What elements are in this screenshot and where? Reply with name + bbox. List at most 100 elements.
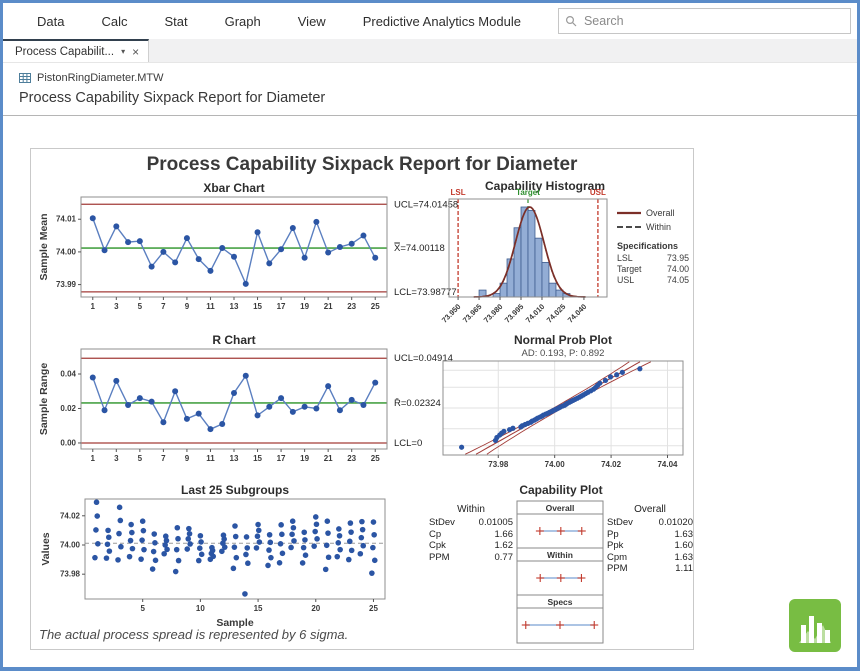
svg-text:74.02: 74.02 bbox=[60, 511, 81, 520]
svg-text:Capability Histogram: Capability Histogram bbox=[485, 179, 605, 193]
tab-strip: Process Capabilit... ▾ × bbox=[3, 39, 857, 63]
menu-stat[interactable]: Stat bbox=[164, 14, 187, 29]
svg-text:74.02: 74.02 bbox=[601, 460, 622, 469]
svg-text:10: 10 bbox=[196, 604, 205, 613]
menu-data[interactable]: Data bbox=[37, 14, 64, 29]
stat-row: StDev0.01020 bbox=[607, 517, 693, 529]
svg-text:17: 17 bbox=[277, 302, 286, 311]
svg-text:73.950: 73.950 bbox=[440, 302, 463, 325]
search-input[interactable] bbox=[584, 14, 844, 28]
svg-text:21: 21 bbox=[324, 302, 333, 311]
tab-close-icon[interactable]: × bbox=[132, 45, 139, 59]
normal-prob-plot[interactable]: Normal Prob PlotAD: 0.193, P: 0.892 73.98… bbox=[435, 333, 691, 488]
svg-text:7: 7 bbox=[161, 454, 166, 463]
svg-text:25: 25 bbox=[371, 454, 380, 463]
svg-text:3: 3 bbox=[114, 454, 119, 463]
capability-interval-svg: Overall Within Specs bbox=[514, 500, 606, 651]
tab-process-capability[interactable]: Process Capabilit... ▾ × bbox=[3, 39, 149, 62]
svg-text:73.98: 73.98 bbox=[488, 460, 509, 469]
svg-text:USL: USL bbox=[617, 275, 634, 285]
svg-text:73.98: 73.98 bbox=[60, 570, 81, 579]
svg-text:74.010: 74.010 bbox=[524, 302, 547, 325]
cap-within-rows: StDev0.01005Cp1.66Cpk1.62PPM0.77 bbox=[429, 517, 513, 563]
svg-text:Within: Within bbox=[547, 550, 573, 560]
worksheet-row[interactable]: PistonRingDiameter.MTW bbox=[3, 63, 857, 87]
stat-row: Ppk1.60 bbox=[607, 540, 693, 552]
svg-text:Sample Range: Sample Range bbox=[38, 363, 50, 436]
svg-text:74.00: 74.00 bbox=[667, 264, 689, 274]
r-chart[interactable]: R ChartSample RangeUCL=0.04914R̄=0.02324… bbox=[37, 333, 471, 484]
stat-row: Cpm1.63 bbox=[607, 552, 693, 564]
menu-predictive-analytics-module[interactable]: Predictive Analytics Module bbox=[363, 14, 521, 29]
within-stats-block: Within StDev0.01005Cp1.66Cpk1.62PPM0.77 bbox=[429, 500, 513, 651]
svg-text:74.04: 74.04 bbox=[657, 460, 678, 469]
svg-text:15: 15 bbox=[253, 454, 262, 463]
svg-text:73.995: 73.995 bbox=[503, 302, 526, 325]
svg-text:5: 5 bbox=[138, 454, 143, 463]
svg-text:LSL: LSL bbox=[451, 188, 466, 197]
header-divider bbox=[3, 115, 857, 116]
worksheet-name: PistonRingDiameter.MTW bbox=[37, 72, 164, 84]
worksheet-grid-icon bbox=[19, 72, 31, 84]
stat-row: Pp1.63 bbox=[607, 529, 693, 541]
xbar-chart[interactable]: Xbar ChartSample MeanUCL=74.01458X̿=74.0… bbox=[37, 181, 471, 332]
svg-text:Sample Mean: Sample Mean bbox=[38, 213, 50, 280]
svg-text:15: 15 bbox=[254, 604, 263, 613]
svg-text:Target: Target bbox=[617, 264, 642, 274]
capability-plot-title: Capability Plot bbox=[429, 483, 693, 497]
svg-text:17: 17 bbox=[277, 454, 286, 463]
svg-text:13: 13 bbox=[230, 302, 239, 311]
stat-row: Cp1.66 bbox=[429, 529, 513, 541]
menu-calc[interactable]: Calc bbox=[101, 14, 127, 29]
minitab-logo-icon bbox=[789, 599, 841, 657]
report-footnote: The actual process spread is represented… bbox=[39, 627, 348, 642]
svg-text:9: 9 bbox=[185, 454, 190, 463]
svg-text:74.00: 74.00 bbox=[56, 247, 77, 256]
svg-text:Xbar Chart: Xbar Chart bbox=[203, 181, 264, 195]
svg-text:Normal Prob Plot: Normal Prob Plot bbox=[514, 333, 612, 347]
svg-text:Last 25 Subgroups: Last 25 Subgroups bbox=[181, 483, 289, 497]
menu-view[interactable]: View bbox=[298, 14, 326, 29]
svg-text:23: 23 bbox=[347, 302, 356, 311]
stat-row: PPM1.11 bbox=[607, 563, 693, 575]
svg-text:R Chart: R Chart bbox=[212, 333, 255, 347]
svg-text:74.05: 74.05 bbox=[667, 275, 689, 285]
svg-text:25: 25 bbox=[371, 302, 380, 311]
minitab-window: Data Calc Stat Graph View Predictive Ana… bbox=[0, 0, 860, 671]
svg-text:3: 3 bbox=[114, 302, 119, 311]
svg-text:LSL: LSL bbox=[617, 253, 633, 263]
search-icon bbox=[565, 15, 578, 28]
svg-text:Specs: Specs bbox=[547, 597, 572, 607]
tab-label: Process Capabilit... bbox=[15, 46, 114, 58]
capability-histogram[interactable]: Capability HistogramLSLUSLTarget73.95073… bbox=[435, 179, 691, 334]
menu-graph[interactable]: Graph bbox=[225, 14, 261, 29]
svg-text:Values: Values bbox=[40, 532, 52, 565]
svg-text:74.00: 74.00 bbox=[60, 540, 81, 549]
svg-text:Overall: Overall bbox=[646, 208, 675, 218]
stat-row: PPM0.77 bbox=[429, 552, 513, 564]
svg-text:25: 25 bbox=[369, 604, 378, 613]
overall-heading: Overall bbox=[607, 504, 693, 515]
svg-text:11: 11 bbox=[206, 454, 215, 463]
menu-bar: Data Calc Stat Graph View Predictive Ana… bbox=[3, 3, 857, 39]
svg-text:74.01: 74.01 bbox=[56, 215, 77, 224]
svg-text:USL: USL bbox=[590, 188, 606, 197]
svg-text:73.99: 73.99 bbox=[56, 280, 77, 289]
svg-text:0.02: 0.02 bbox=[60, 404, 76, 413]
svg-text:7: 7 bbox=[161, 302, 166, 311]
stat-row: StDev0.01005 bbox=[429, 517, 513, 529]
svg-text:1: 1 bbox=[91, 454, 96, 463]
svg-text:74.025: 74.025 bbox=[545, 302, 568, 325]
svg-text:15: 15 bbox=[253, 302, 262, 311]
svg-text:0.04: 0.04 bbox=[60, 370, 76, 379]
svg-text:19: 19 bbox=[300, 302, 309, 311]
svg-text:Overall: Overall bbox=[546, 503, 575, 513]
capability-plot[interactable]: Capability Plot Within StDev0.01005Cp1.6… bbox=[429, 483, 693, 651]
tab-dropdown-icon[interactable]: ▾ bbox=[121, 47, 125, 56]
overall-stats-block: Overall StDev0.01020Pp1.63Ppk1.60Cpm1.63… bbox=[607, 500, 693, 651]
svg-text:23: 23 bbox=[347, 454, 356, 463]
svg-text:AD: 0.193, P: 0.892: AD: 0.193, P: 0.892 bbox=[522, 348, 605, 359]
output-title: Process Capability Sixpack Report for Di… bbox=[3, 87, 857, 115]
last-25-subgroups-chart[interactable]: Last 25 SubgroupsValues73.9874.0074.0251… bbox=[37, 483, 471, 646]
search-box[interactable] bbox=[558, 8, 851, 34]
